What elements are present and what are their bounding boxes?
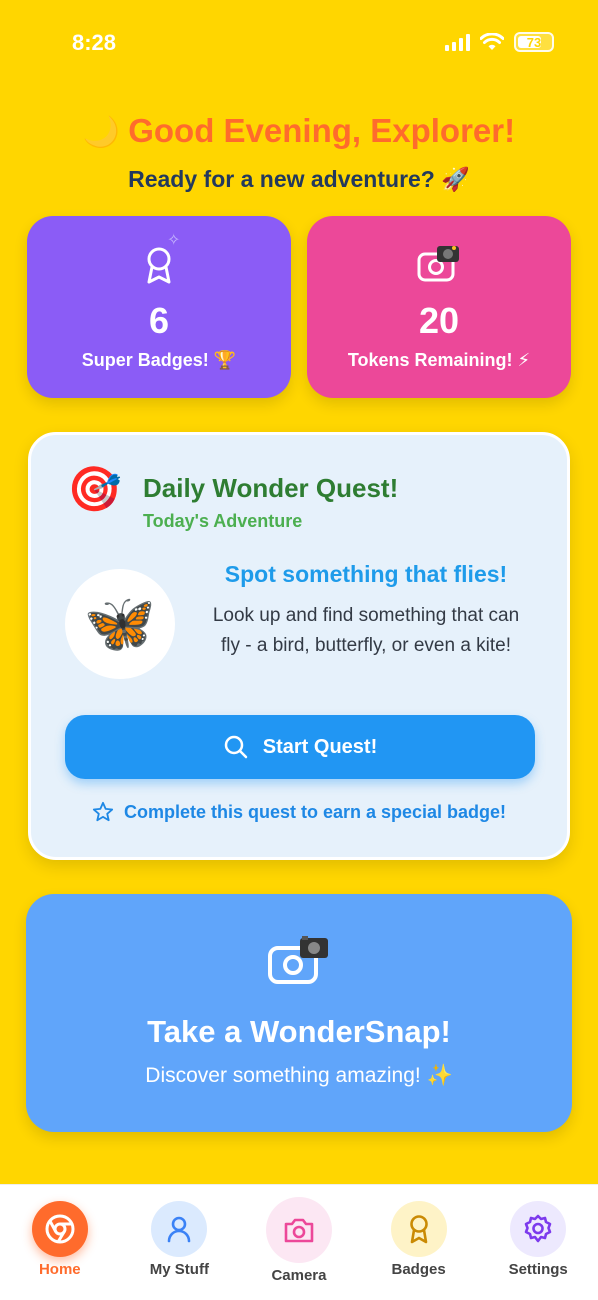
start-quest-button[interactable]: Start Quest! — [65, 715, 535, 779]
tab-settings[interactable]: Settings — [483, 1185, 593, 1300]
tab-camera-label: Camera — [271, 1267, 327, 1284]
tokens-label: Tokens Remaining! ⚡ — [347, 350, 531, 370]
tab-badges[interactable]: Badges — [364, 1185, 474, 1300]
status-bar: 8:28 73 — [0, 0, 598, 90]
tab-badges-label: Badges — [391, 1261, 446, 1278]
status-icons: 73 — [445, 32, 554, 52]
butterfly-icon: 🦋 — [65, 569, 175, 679]
tab-camera[interactable]: Camera — [244, 1185, 354, 1300]
greeting-title: 🌙 Good Evening, Explorer! — [0, 112, 598, 150]
daily-quest-card: 🎯 Daily Wonder Quest! Today's Adventure … — [28, 432, 570, 860]
tab-settings-label: Settings — [508, 1261, 568, 1278]
camera-icon — [417, 246, 459, 282]
snap-subtitle: Discover something amazing! ✨ — [145, 1064, 453, 1087]
tab-home-label: Home — [38, 1261, 81, 1278]
quest-reward: Complete this quest to earn a special ba… — [31, 801, 567, 823]
quest-reward-text: Complete this quest to earn a special ba… — [123, 801, 507, 822]
tokens-count: 20 — [418, 300, 460, 341]
badges-count: 6 — [148, 300, 170, 341]
tab-my-stuff[interactable]: My Stuff — [124, 1185, 234, 1300]
award-icon — [409, 1215, 428, 1244]
greeting-text: Good Evening, Explorer! — [128, 112, 516, 149]
target-icon: 🎯 — [67, 465, 122, 514]
take-wondersnap-card[interactable]: Take a WonderSnap! Discover something am… — [26, 894, 572, 1132]
search-icon — [224, 735, 248, 759]
tab-home[interactable]: Home — [5, 1185, 115, 1300]
award-icon — [147, 247, 171, 284]
battery-icon: 73 — [514, 32, 554, 52]
user-icon — [168, 1216, 191, 1243]
battery-level: 73 — [526, 34, 542, 50]
moon-icon: 🌙 — [82, 116, 121, 149]
snap-title: Take a WonderSnap! — [147, 1014, 451, 1049]
sparkle-icon: ✧ — [167, 232, 181, 249]
status-time: 8:28 — [72, 30, 117, 55]
quest-description: Look up and find something that can fly … — [212, 605, 520, 656]
tokens-card[interactable]: 20 Tokens Remaining! ⚡ — [307, 216, 571, 398]
tab-bar: Home My Stuff Camera Badges Settings — [0, 1184, 598, 1300]
star-icon — [92, 801, 114, 822]
quest-title: Daily Wonder Quest! — [143, 473, 399, 503]
gear-icon — [524, 1214, 552, 1243]
tab-my-stuff-label: My Stuff — [149, 1261, 209, 1278]
home-icon — [45, 1214, 75, 1244]
quest-subtitle: Today's Adventure — [143, 511, 303, 531]
quest-headline: Spot something that flies! — [224, 561, 508, 587]
cellular-signal-icon — [445, 33, 470, 51]
start-quest-label: Start Quest! — [262, 735, 378, 758]
camera-icon — [284, 1218, 314, 1243]
greeting-subtitle: Ready for a new adventure? 🚀 — [128, 166, 470, 192]
badges-label: Super Badges! 🏆 — [81, 350, 237, 370]
camera-icon — [268, 936, 328, 984]
wifi-icon — [480, 33, 504, 50]
super-badges-card[interactable]: ✧ 6 Super Badges! 🏆 — [27, 216, 291, 398]
